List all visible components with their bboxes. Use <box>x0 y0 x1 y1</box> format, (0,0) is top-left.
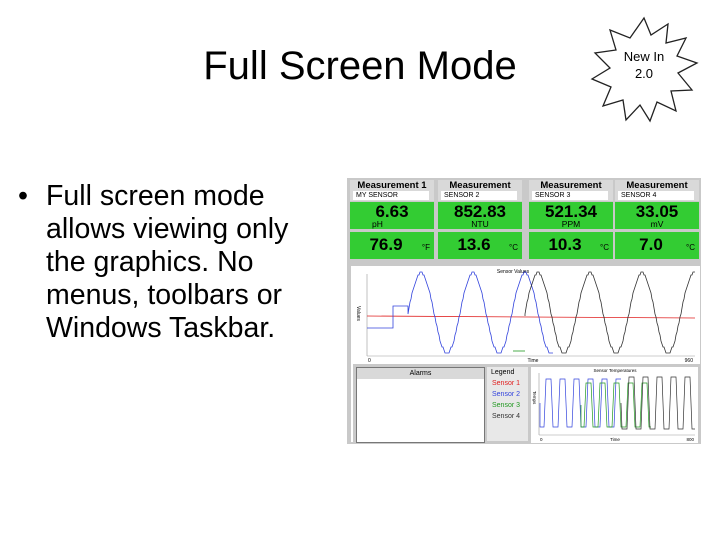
tile-title: Measurement <box>626 180 688 191</box>
measurement-unit: NTU <box>471 219 489 229</box>
measurement-unit: mV <box>650 219 664 229</box>
slide-title: Full Screen Mode <box>203 44 517 88</box>
measurement-unit: pH <box>372 219 383 229</box>
x-tick-end: 800 <box>686 437 694 442</box>
new-in-badge: New In 2.0 <box>588 16 700 124</box>
sensor-name: SENSOR 3 <box>532 191 608 200</box>
y-axis-label: Values <box>355 306 361 321</box>
badge-line-1: New In <box>623 49 665 64</box>
measurement-tile-2[interactable]: Measurement SENSOR 2 852.83 NTU 13.6 °C <box>438 180 522 259</box>
sensor-name: MY SENSOR <box>353 191 429 200</box>
tile-title: Measurement <box>449 180 511 191</box>
legend-item-sensor-1[interactable]: Sensor 1 <box>487 378 528 389</box>
temperature-unit: °C <box>509 243 518 252</box>
sensor-1-line <box>366 315 696 319</box>
legend-item-sensor-2[interactable]: Sensor 2 <box>487 389 528 400</box>
bottom-panel: Alarms Legend Sensor 1 Sensor 2 Sensor 3… <box>353 364 701 444</box>
alarms-header: Alarms <box>357 368 484 379</box>
temp-sensor-4-line <box>620 376 695 430</box>
x-tick-start: 0 <box>540 437 543 442</box>
bullet-point: • Full screen mode allows viewing only t… <box>18 180 333 345</box>
bullet-text: Full screen mode allows viewing only the… <box>46 180 289 344</box>
temperature-unit: °C <box>600 243 609 252</box>
measurement-tile-3[interactable]: Measurement SENSOR 3 521.34 PPM 10.3 °C <box>529 180 613 259</box>
badge-line-2: 2.0 <box>634 66 654 81</box>
temp-sensor-2-line <box>539 378 621 428</box>
x-axis-label: Time <box>610 437 620 442</box>
measurement-tile-1[interactable]: Measurement 1 MY SENSOR 6.63 pH 76.9 °F <box>350 180 434 259</box>
legend-title: Legend <box>491 369 515 376</box>
temperature-unit: °F <box>421 243 430 252</box>
sensor-values-plot: Sensor Values Values Time 0 960 <box>355 269 696 364</box>
measurement-value: 6.63 <box>375 202 409 221</box>
tile-title: Measurement <box>540 180 602 191</box>
temp-sensor-3-line <box>580 382 651 428</box>
bullet-dot: • <box>18 180 28 212</box>
temperature-value: 10.3 <box>548 235 582 254</box>
y-axis-label: Temps <box>532 391 537 405</box>
legend-panel: Legend Sensor 1 Sensor 2 Sensor 3 Sensor… <box>487 367 528 441</box>
legend-item-sensor-3[interactable]: Sensor 3 <box>487 400 528 411</box>
tile-title: Measurement 1 <box>357 180 427 191</box>
sensor-temperatures-plot: Sensor Temperatures Temps Time 0 800 <box>532 368 695 442</box>
legend-item-sensor-4[interactable]: Sensor 4 <box>487 411 528 422</box>
measurement-tiles: Measurement 1 MY SENSOR 6.63 pH 76.9 °F … <box>349 180 699 260</box>
alarms-panel: Alarms <box>356 367 485 443</box>
temperature-value: 7.0 <box>639 235 663 254</box>
temperature-value: 13.6 <box>457 235 491 254</box>
temperature-value: 76.9 <box>369 235 403 254</box>
sensor-name: SENSOR 4 <box>618 191 694 200</box>
measurement-tile-4[interactable]: Measurement SENSOR 4 33.05 mV 7.0 °C <box>615 180 699 259</box>
measurement-unit: PPM <box>561 219 581 229</box>
chart-title: Sensor Temperatures <box>594 368 638 373</box>
sensor-temperatures-chart: Sensor Temperatures Temps Time 0 800 <box>531 367 698 443</box>
temperature-unit: °C <box>686 243 695 252</box>
sensor-name: SENSOR 2 <box>441 191 517 200</box>
sensor-4-line <box>524 271 695 354</box>
sensor-values-chart: Sensor Values Values Time 0 960 <box>353 266 700 364</box>
